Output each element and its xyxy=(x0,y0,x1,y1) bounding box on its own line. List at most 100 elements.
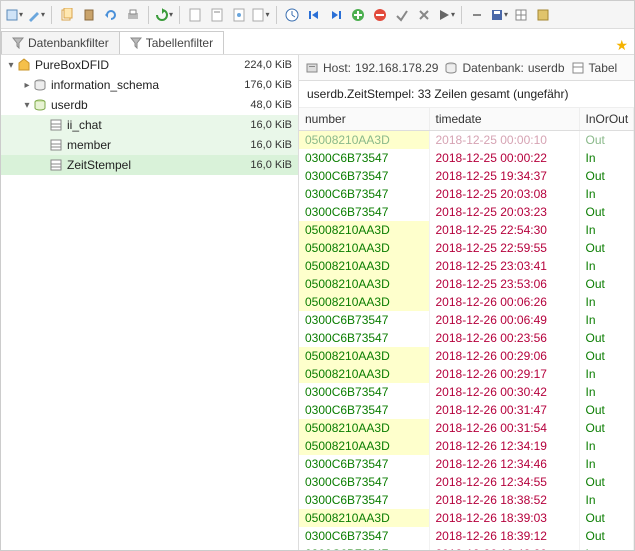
tree-db-userdb[interactable]: ▾ userdb 48,0 KiB xyxy=(1,95,298,115)
doc1-icon[interactable] xyxy=(186,6,204,24)
cell-timedate[interactable]: 2018-12-26 18:39:03 xyxy=(429,509,579,527)
copy-icon[interactable] xyxy=(58,6,76,24)
first-icon[interactable] xyxy=(305,6,323,24)
refresh-icon[interactable] xyxy=(155,6,173,24)
last-icon[interactable] xyxy=(327,6,345,24)
table-row[interactable]: 0300C6B735472018-12-26 00:06:49In xyxy=(299,311,634,329)
cell-timedate[interactable]: 2018-12-26 18:38:52 xyxy=(429,491,579,509)
doc3-icon[interactable] xyxy=(230,6,248,24)
cell-inorout[interactable]: Out xyxy=(579,347,634,365)
cell-timedate[interactable]: 2018-12-25 22:54:30 xyxy=(429,221,579,239)
cell-inorout[interactable]: Out xyxy=(579,527,634,545)
cell-timedate[interactable]: 2018-12-26 00:30:42 xyxy=(429,383,579,401)
table-row[interactable]: 0300C6B735472018-12-25 19:34:37Out xyxy=(299,167,634,185)
cell-inorout[interactable]: In xyxy=(579,545,634,550)
table-row[interactable]: 0300C6B735472018-12-25 00:00:22In xyxy=(299,149,634,167)
grid-icon[interactable] xyxy=(512,6,530,24)
cell-inorout[interactable]: In xyxy=(579,455,634,473)
cell-inorout[interactable]: In xyxy=(579,437,634,455)
paste-icon[interactable] xyxy=(80,6,98,24)
table-row[interactable]: 05008210AA3D2018-12-26 00:06:26In xyxy=(299,293,634,311)
cell-number[interactable]: 05008210AA3D xyxy=(299,437,429,455)
cell-timedate[interactable]: 2018-12-26 00:06:26 xyxy=(429,293,579,311)
cell-inorout[interactable]: Out xyxy=(579,203,634,221)
cell-inorout[interactable]: In xyxy=(579,221,634,239)
cell-number[interactable]: 0300C6B73547 xyxy=(299,203,429,221)
cell-number[interactable]: 05008210AA3D xyxy=(299,239,429,257)
cell-inorout[interactable]: In xyxy=(579,293,634,311)
cell-inorout[interactable]: Out xyxy=(579,239,634,257)
cell-timedate[interactable]: 2018-12-26 00:23:56 xyxy=(429,329,579,347)
cancel-icon[interactable] xyxy=(415,6,433,24)
cell-inorout[interactable]: In xyxy=(579,311,634,329)
table-row[interactable]: 05008210AA3D2018-12-25 22:54:30In xyxy=(299,221,634,239)
table-row[interactable]: 0300C6B735472018-12-26 00:23:56Out xyxy=(299,329,634,347)
chevron-down-icon[interactable]: ▾ xyxy=(21,100,33,111)
cell-number[interactable]: 0300C6B73547 xyxy=(299,455,429,473)
tree-table[interactable]: member16,0 KiB xyxy=(1,135,298,155)
cell-inorout[interactable]: Out xyxy=(579,275,634,293)
table-row[interactable]: 05008210AA3D2018-12-26 00:31:54Out xyxy=(299,419,634,437)
cell-number[interactable]: 05008210AA3D xyxy=(299,365,429,383)
cell-inorout[interactable]: Out xyxy=(579,473,634,491)
cell-number[interactable]: 0300C6B73547 xyxy=(299,545,429,550)
undo-icon[interactable] xyxy=(102,6,120,24)
cell-timedate[interactable]: 2018-12-25 22:59:55 xyxy=(429,239,579,257)
cell-timedate[interactable]: 2018-12-26 12:34:55 xyxy=(429,473,579,491)
table-row[interactable]: 0300C6B735472018-12-26 18:39:12Out xyxy=(299,527,634,545)
col-inorout[interactable]: InOrOut xyxy=(579,108,634,131)
cell-timedate[interactable]: 2018-12-26 00:29:17 xyxy=(429,365,579,383)
cell-inorout[interactable]: Out xyxy=(579,167,634,185)
cell-timedate[interactable]: 2018-12-25 20:03:08 xyxy=(429,185,579,203)
tree-root[interactable]: ▾ PureBoxDFID 224,0 KiB xyxy=(1,55,298,75)
cell-timedate[interactable]: 2018-12-25 00:00:10 xyxy=(429,131,579,150)
cell-number[interactable]: 0300C6B73547 xyxy=(299,329,429,347)
table-row[interactable]: 05008210AA3D2018-12-25 23:53:06Out xyxy=(299,275,634,293)
cell-number[interactable]: 0300C6B73547 xyxy=(299,527,429,545)
col-number[interactable]: number xyxy=(299,108,429,131)
cell-timedate[interactable]: 2018-12-26 00:31:47 xyxy=(429,401,579,419)
cell-timedate[interactable]: 2018-12-26 00:31:54 xyxy=(429,419,579,437)
host-segment[interactable]: Host: 192.168.178.29 xyxy=(305,61,438,75)
save-icon[interactable] xyxy=(490,6,508,24)
cell-inorout[interactable]: Out xyxy=(579,509,634,527)
apply-icon[interactable] xyxy=(393,6,411,24)
table-row[interactable]: 0300C6B735472018-12-26 12:34:46In xyxy=(299,455,634,473)
cell-number[interactable]: 05008210AA3D xyxy=(299,131,429,150)
cell-number[interactable]: 05008210AA3D xyxy=(299,221,429,239)
cell-inorout[interactable]: Out xyxy=(579,329,634,347)
table-row[interactable]: 05008210AA3D2018-12-26 00:29:17In xyxy=(299,365,634,383)
db-tree[interactable]: ▾ PureBoxDFID 224,0 KiB ▸ information_sc… xyxy=(1,55,298,550)
clock-icon[interactable] xyxy=(283,6,301,24)
table-row[interactable]: 0300C6B735472018-12-26 00:30:42In xyxy=(299,383,634,401)
cell-timedate[interactable]: 2018-12-25 19:34:37 xyxy=(429,167,579,185)
dash-icon[interactable] xyxy=(468,6,486,24)
cell-timedate[interactable]: 2018-12-25 23:53:06 xyxy=(429,275,579,293)
table-row[interactable]: 0300C6B735472018-12-25 20:03:08In xyxy=(299,185,634,203)
doc2-icon[interactable] xyxy=(208,6,226,24)
table-row[interactable]: 05008210AA3D2018-12-26 18:39:03Out xyxy=(299,509,634,527)
chevron-right-icon[interactable]: ▸ xyxy=(21,80,33,91)
cell-number[interactable]: 0300C6B73547 xyxy=(299,491,429,509)
cell-timedate[interactable]: 2018-12-26 12:34:19 xyxy=(429,437,579,455)
cell-inorout[interactable]: In xyxy=(579,383,634,401)
cell-number[interactable]: 0300C6B73547 xyxy=(299,185,429,203)
table-row[interactable]: 0300C6B735472018-12-26 00:31:47Out xyxy=(299,401,634,419)
tree-table[interactable]: ii_chat16,0 KiB xyxy=(1,115,298,135)
cell-number[interactable]: 0300C6B73547 xyxy=(299,401,429,419)
table-row[interactable]: 0300C6B735472018-12-26 12:34:55Out xyxy=(299,473,634,491)
cell-inorout[interactable]: In xyxy=(579,149,634,167)
data-grid[interactable]: number timedate InOrOut 05008210AA3D2018… xyxy=(299,108,634,550)
print-icon[interactable] xyxy=(124,6,142,24)
cell-number[interactable]: 05008210AA3D xyxy=(299,293,429,311)
cell-number[interactable]: 05008210AA3D xyxy=(299,347,429,365)
cell-inorout[interactable]: Out xyxy=(579,419,634,437)
cell-timedate[interactable]: 2018-12-26 18:42:20 xyxy=(429,545,579,550)
cell-timedate[interactable]: 2018-12-25 20:03:23 xyxy=(429,203,579,221)
table-row[interactable]: 0300C6B735472018-12-26 18:38:52In xyxy=(299,491,634,509)
cell-number[interactable]: 0300C6B73547 xyxy=(299,167,429,185)
add-icon[interactable] xyxy=(349,6,367,24)
table-row[interactable]: 05008210AA3D2018-12-25 00:00:10Out xyxy=(299,131,634,150)
doc4-icon[interactable] xyxy=(252,6,270,24)
cell-timedate[interactable]: 2018-12-25 23:03:41 xyxy=(429,257,579,275)
